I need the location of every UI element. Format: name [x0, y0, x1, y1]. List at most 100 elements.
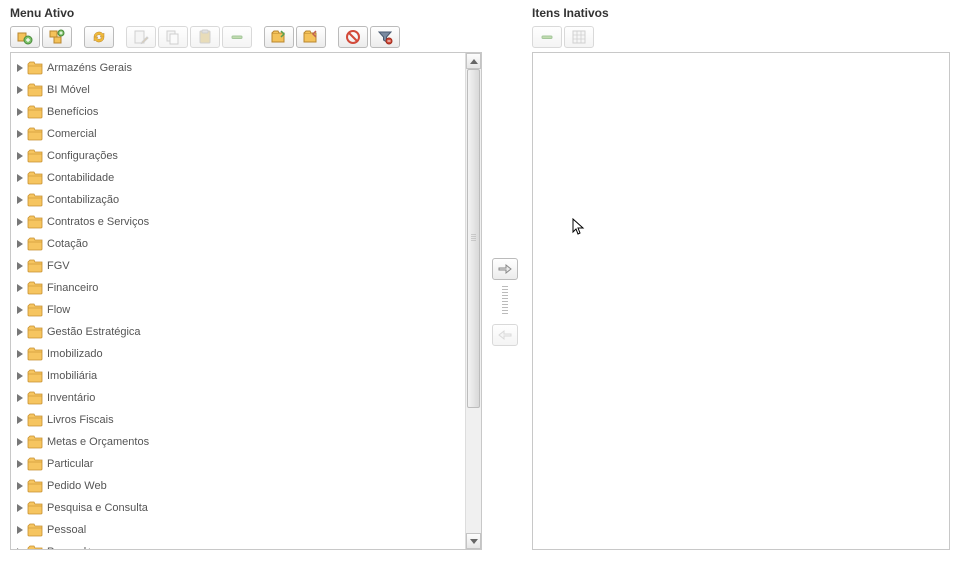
inactive-items-panel: Itens Inativos: [532, 6, 950, 550]
tree-item[interactable]: Cotação: [11, 233, 465, 255]
tree-item[interactable]: Flow: [11, 299, 465, 321]
splitter-grip[interactable]: [502, 286, 508, 316]
tree-item-label: Contratos e Serviços: [47, 216, 149, 228]
tree-item[interactable]: BI Móvel: [11, 79, 465, 101]
tree-item[interactable]: Configurações: [11, 145, 465, 167]
tree-item-label: Pesquisa e Consulta: [47, 502, 148, 514]
tree-item[interactable]: Pessoal+: [11, 541, 465, 549]
tree-item-label: Livros Fiscais: [47, 414, 114, 426]
expand-icon[interactable]: [17, 196, 23, 204]
collapse-all-button[interactable]: [296, 26, 326, 48]
tree-item[interactable]: Imobiliária: [11, 365, 465, 387]
tree-item[interactable]: Inventário: [11, 387, 465, 409]
move-left-button: [492, 324, 518, 346]
folder-icon: [27, 171, 43, 185]
remove-button: [222, 26, 252, 48]
expand-icon[interactable]: [17, 240, 23, 248]
tree-item[interactable]: Contabilidade: [11, 167, 465, 189]
scroll-down-button[interactable]: [466, 533, 481, 549]
expand-icon[interactable]: [17, 372, 23, 380]
folder-icon: [27, 259, 43, 273]
expand-icon[interactable]: [17, 460, 23, 468]
tree-item-label: Imobilizado: [47, 348, 103, 360]
tree-item-label: Pessoal: [47, 524, 86, 536]
folder-icon: [27, 457, 43, 471]
tree-item[interactable]: Comercial: [11, 123, 465, 145]
expand-icon[interactable]: [17, 86, 23, 94]
folder-icon: [27, 325, 43, 339]
tree-item-label: Armazéns Gerais: [47, 62, 132, 74]
add-child-button[interactable]: [42, 26, 72, 48]
expand-icon[interactable]: [17, 350, 23, 358]
tree-item[interactable]: Pedido Web: [11, 475, 465, 497]
expand-icon[interactable]: [17, 482, 23, 490]
tree-item[interactable]: Contratos e Serviços: [11, 211, 465, 233]
folder-icon: [27, 215, 43, 229]
expand-icon[interactable]: [17, 130, 23, 138]
tree-item[interactable]: Contabilização: [11, 189, 465, 211]
expand-icon[interactable]: [17, 284, 23, 292]
active-menu-title: Menu Ativo: [10, 6, 482, 20]
remove-inactive-button: [532, 26, 562, 48]
tree-item-label: Pessoal+: [47, 546, 93, 549]
tree-item[interactable]: Financeiro: [11, 277, 465, 299]
tree-item[interactable]: Livros Fiscais: [11, 409, 465, 431]
tree-item-label: Financeiro: [47, 282, 98, 294]
tree-item[interactable]: Armazéns Gerais: [11, 57, 465, 79]
folder-icon: [27, 391, 43, 405]
expand-icon[interactable]: [17, 262, 23, 270]
tree-item[interactable]: Pesquisa e Consulta: [11, 497, 465, 519]
expand-icon[interactable]: [17, 548, 23, 549]
expand-icon[interactable]: [17, 174, 23, 182]
refresh-button[interactable]: [84, 26, 114, 48]
folder-icon: [27, 501, 43, 515]
edit-button: [126, 26, 156, 48]
folder-icon: [27, 369, 43, 383]
folder-icon: [27, 61, 43, 75]
active-menu-panel: Menu Ativo Armazéns Gerais BI Móvel Benefí…: [10, 6, 482, 550]
expand-icon[interactable]: [17, 108, 23, 116]
tree-item[interactable]: Metas e Orçamentos: [11, 431, 465, 453]
folder-icon: [27, 149, 43, 163]
expand-icon[interactable]: [17, 64, 23, 72]
inactive-tree: [532, 52, 950, 550]
tree-item-label: Metas e Orçamentos: [47, 436, 149, 448]
tree-item[interactable]: Gestão Estratégica: [11, 321, 465, 343]
tree-item[interactable]: Benefícios: [11, 101, 465, 123]
tree-item[interactable]: Imobilizado: [11, 343, 465, 365]
expand-all-button[interactable]: [264, 26, 294, 48]
tree-item-label: Imobiliária: [47, 370, 97, 382]
expand-icon[interactable]: [17, 306, 23, 314]
tree-item-label: BI Móvel: [47, 84, 90, 96]
tree-item-label: Contabilização: [47, 194, 119, 206]
scrollbar[interactable]: [465, 53, 481, 549]
expand-icon[interactable]: [17, 416, 23, 424]
folder-icon: [27, 127, 43, 141]
block-button[interactable]: [338, 26, 368, 48]
tree-item-label: Benefícios: [47, 106, 98, 118]
expand-icon[interactable]: [17, 504, 23, 512]
move-right-button[interactable]: [492, 258, 518, 280]
add-sibling-button[interactable]: [10, 26, 40, 48]
filter-button[interactable]: [370, 26, 400, 48]
tree-item-label: Gestão Estratégica: [47, 326, 141, 338]
inactive-items-title: Itens Inativos: [532, 6, 950, 20]
tree-item[interactable]: Pessoal: [11, 519, 465, 541]
expand-icon[interactable]: [17, 328, 23, 336]
tree-item[interactable]: FGV: [11, 255, 465, 277]
expand-icon[interactable]: [17, 438, 23, 446]
expand-icon[interactable]: [17, 526, 23, 534]
folder-icon: [27, 545, 43, 549]
expand-icon[interactable]: [17, 152, 23, 160]
tree-item[interactable]: Particular: [11, 453, 465, 475]
tree-item-label: Configurações: [47, 150, 118, 162]
folder-icon: [27, 237, 43, 251]
folder-icon: [27, 435, 43, 449]
expand-icon[interactable]: [17, 394, 23, 402]
tree-item-label: Pedido Web: [47, 480, 107, 492]
folder-icon: [27, 479, 43, 493]
scroll-up-button[interactable]: [466, 53, 481, 69]
scroll-thumb[interactable]: [467, 69, 480, 408]
tree-item-label: Inventário: [47, 392, 95, 404]
expand-icon[interactable]: [17, 218, 23, 226]
